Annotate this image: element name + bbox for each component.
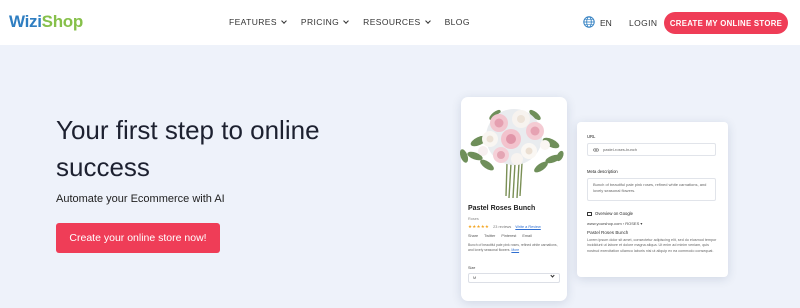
google-overview-label: Overview on Google [587, 211, 633, 216]
link-icon [593, 147, 599, 152]
monitor-icon [587, 211, 592, 216]
product-rating: ★★★★★ 23 reviews Write a Review [468, 224, 541, 230]
chevron-down-icon [550, 273, 555, 278]
size-label: Size [468, 266, 476, 270]
google-overview-text: Overview on Google [595, 211, 633, 216]
leaf-icon [459, 149, 469, 163]
hero-title: Your first step to online success [56, 115, 320, 182]
chevron-down-icon [281, 17, 287, 24]
chevron-down-icon [424, 17, 431, 24]
product-category: Roses [468, 217, 479, 221]
create-store-button[interactable]: CREATE MY ONLINE STORE [664, 12, 788, 34]
nav-pricing-label: PRICING [300, 17, 340, 27]
nav-features-label: FEATURES [229, 17, 277, 27]
product-description: Bunch of beautiful pale pink roses, refi… [468, 243, 560, 253]
share-row: Share Twitter Pinterest Email [468, 234, 532, 238]
pinterest-link[interactable]: Pinterest [501, 234, 516, 238]
nav-pricing[interactable]: PRICING [300, 17, 349, 27]
more-link[interactable]: More [511, 248, 519, 252]
nav-blog-label: BLOG [444, 17, 470, 27]
hero-subtitle: Automate your Ecommerce with AI [56, 193, 225, 205]
language-selector[interactable]: EN [600, 18, 612, 28]
twitter-link[interactable]: Twitter [484, 234, 495, 238]
nav-resources-label: RESOURCES [363, 17, 421, 27]
url-value: pastel-roses-bunch [603, 146, 638, 152]
write-review-link[interactable]: Write a Review [515, 225, 540, 229]
chevron-down-icon [343, 17, 349, 24]
nav-resources[interactable]: RESOURCES [363, 17, 431, 27]
product-title: Pastel Roses Bunch [468, 205, 536, 212]
star-icon: ★★★★★ [468, 224, 490, 229]
size-value: M [473, 276, 477, 280]
share-link[interactable]: Share [468, 234, 478, 238]
size-select[interactable]: M [468, 273, 560, 283]
email-link[interactable]: Email [522, 234, 532, 238]
google-title: Pastel Roses Bunch [587, 230, 629, 235]
meta-description-field[interactable]: Bunch of beautiful pale pink roses, refi… [587, 178, 716, 201]
logo-part1: Wizi [9, 12, 42, 31]
nav-features[interactable]: FEATURES [229, 17, 287, 27]
login-link[interactable]: LOGIN [629, 18, 657, 28]
nav-blog[interactable]: BLOG [445, 17, 470, 27]
seo-card: URL pastel-roses-bunch Meta description … [577, 122, 728, 277]
site-header: WiziShop FEATURES PRICING RESOURCES BLOG… [0, 0, 800, 45]
review-count: 23 reviews [493, 225, 512, 229]
url-label: URL [587, 134, 596, 139]
google-url: www.yourshop.com › ROSES ▾ [587, 221, 643, 226]
globe-icon[interactable] [583, 16, 595, 28]
product-card: Pastel Roses Bunch Roses ★★★★★ 23 review… [461, 97, 567, 301]
leaf-icon [556, 150, 564, 162]
url-field[interactable]: pastel-roses-bunch [587, 143, 716, 156]
google-description: Lorem ipsum dolor sit amet, consectetur … [587, 238, 717, 253]
bouquet-image [467, 109, 561, 199]
hero-cta-button[interactable]: Create your online store now! [56, 223, 220, 253]
meta-label: Meta description [587, 169, 618, 174]
logo-part2: Shop [41, 12, 84, 31]
logo[interactable]: WiziShop [9, 12, 83, 32]
main-nav: FEATURES PRICING RESOURCES BLOG [229, 17, 485, 27]
